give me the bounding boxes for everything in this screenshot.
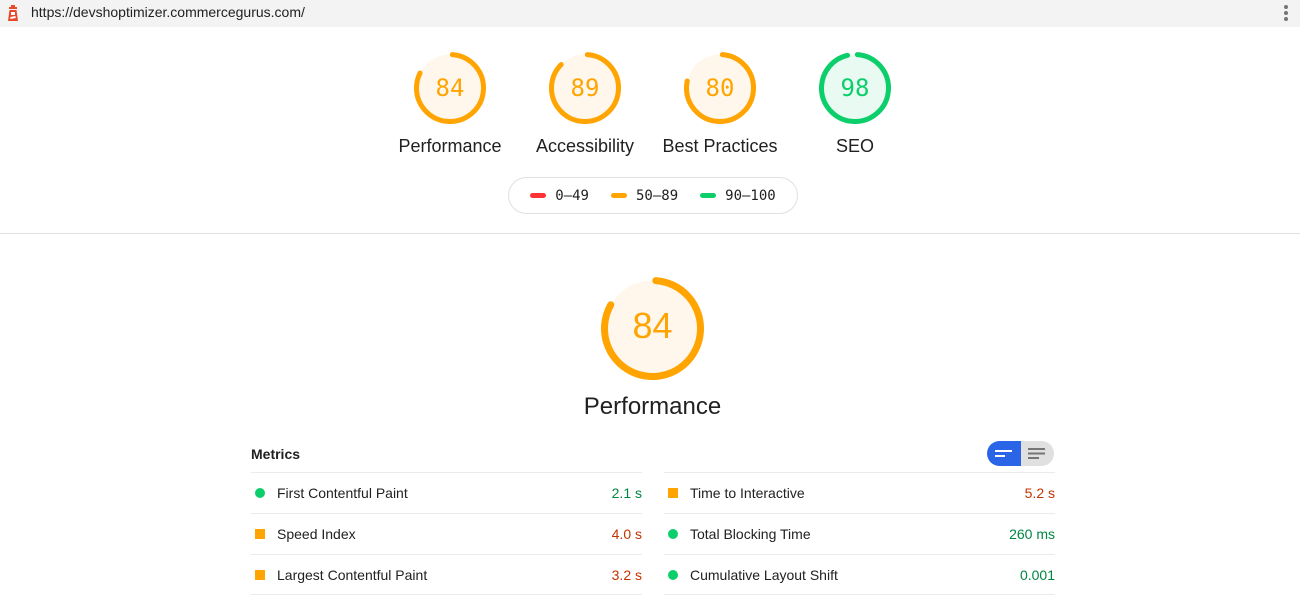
metric-name: Total Blocking Time bbox=[690, 526, 811, 542]
category-performance-label: Performance bbox=[398, 136, 502, 156]
metrics-column-left: First Contentful Paint 2.1 s Speed Index… bbox=[251, 472, 642, 595]
legend-item-fail: 0–49 bbox=[530, 188, 589, 204]
metric-value: 4.0 s bbox=[611, 526, 642, 542]
lighthouse-icon bbox=[8, 5, 18, 21]
score-legend: 0–49 50–89 90–100 bbox=[508, 177, 798, 214]
metric-row: Speed Index 4.0 s bbox=[251, 513, 642, 554]
category-best-practices-score: 80 bbox=[705, 74, 735, 102]
category-seo-score: 98 bbox=[840, 74, 870, 102]
green-circle-icon bbox=[668, 569, 678, 580]
category-best-practices-gauge[interactable]: 80 Best Practices bbox=[662, 52, 778, 156]
category-performance-gauge[interactable]: 84 Performance bbox=[398, 52, 502, 156]
category-performance-score: 84 bbox=[435, 74, 465, 102]
performance-main-score: 84 bbox=[632, 305, 673, 346]
metric-row: Total Blocking Time 260 ms bbox=[664, 513, 1055, 554]
legend-pass-swatch bbox=[700, 193, 717, 198]
metric-name: Cumulative Layout Shift bbox=[690, 566, 838, 583]
orange-square-icon bbox=[255, 569, 265, 580]
metric-name: Speed Index bbox=[277, 526, 356, 542]
legend-fail-swatch bbox=[530, 193, 547, 198]
green-circle-icon bbox=[668, 529, 678, 539]
legend-item-pass: 90–100 bbox=[700, 188, 776, 204]
category-accessibility-score: 89 bbox=[570, 74, 600, 102]
metric-value: 2.1 s bbox=[611, 485, 642, 501]
metric-name: Largest Contentful Paint bbox=[277, 566, 428, 583]
green-circle-icon bbox=[255, 488, 265, 498]
page-url: https://devshoptimizer.commercegurus.com… bbox=[31, 4, 305, 20]
metric-row: Largest Contentful Paint 3.2 s bbox=[251, 554, 642, 595]
performance-main-label: Performance bbox=[583, 393, 722, 420]
category-accessibility-label: Accessibility bbox=[535, 136, 635, 156]
metric-row: First Contentful Paint 2.1 s bbox=[251, 472, 642, 513]
metric-name: First Contentful Paint bbox=[277, 485, 408, 501]
metric-value: 0.001 bbox=[1019, 566, 1055, 583]
short-lines-icon bbox=[994, 449, 1012, 457]
legend-average-label: 50–89 bbox=[635, 187, 679, 204]
expanded-view-button[interactable] bbox=[1020, 441, 1054, 466]
performance-main-gauge[interactable]: 84 Performance bbox=[584, 277, 721, 420]
category-best-practices-label: Best Practices bbox=[662, 136, 778, 156]
metric-value: 3.2 s bbox=[611, 566, 642, 583]
category-seo-label: SEO bbox=[835, 136, 874, 156]
metric-value: 260 ms bbox=[1009, 526, 1055, 542]
metric-row: Cumulative Layout Shift 0.001 bbox=[664, 554, 1055, 595]
legend-fail-label: 0–49 bbox=[555, 187, 589, 204]
legend-item-average: 50–89 bbox=[610, 187, 679, 204]
metrics-column-right: Time to Interactive 5.2 s Total Blocking… bbox=[664, 472, 1055, 595]
metric-value: 5.2 s bbox=[1024, 485, 1055, 501]
metric-row: Time to Interactive 5.2 s bbox=[664, 472, 1055, 513]
orange-square-icon bbox=[255, 529, 265, 539]
metrics-heading: Metrics bbox=[251, 446, 301, 462]
category-seo-gauge[interactable]: 98 SEO bbox=[819, 52, 891, 156]
section-divider bbox=[0, 233, 1300, 234]
more-vertical-icon[interactable] bbox=[1279, 4, 1293, 24]
metric-name: Time to Interactive bbox=[690, 485, 805, 501]
legend-pass-label: 90–100 bbox=[725, 187, 776, 204]
legend-average-swatch bbox=[610, 193, 627, 198]
summary-view-button[interactable] bbox=[987, 441, 1021, 466]
metrics-view-toggle[interactable] bbox=[987, 441, 1054, 466]
orange-square-icon bbox=[668, 488, 678, 498]
browser-topbar: https://devshoptimizer.commercegurus.com… bbox=[0, 0, 1300, 27]
category-accessibility-gauge[interactable]: 89 Accessibility bbox=[536, 52, 634, 156]
long-lines-icon bbox=[1028, 448, 1046, 459]
